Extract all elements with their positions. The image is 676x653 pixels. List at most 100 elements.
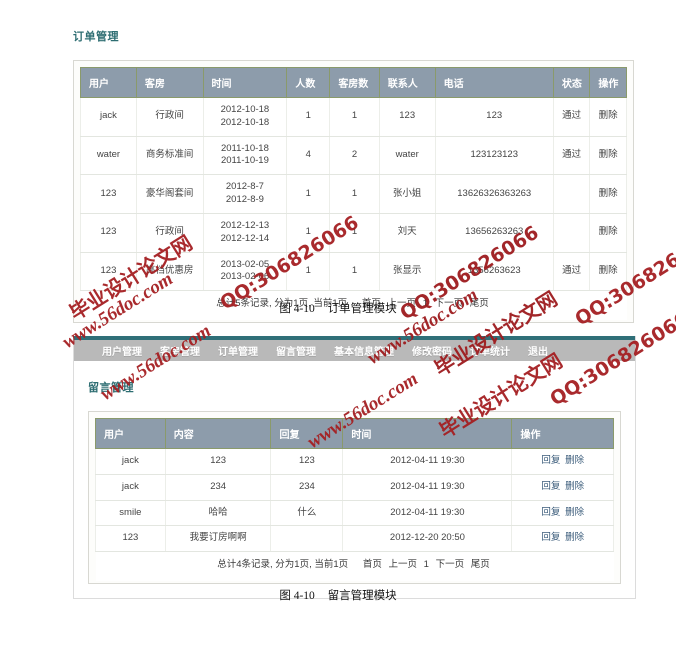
cell-room-count: 2 — [329, 136, 380, 176]
cell-delete-link[interactable]: 删除 — [589, 97, 627, 137]
cell-room: 高档优惠房 — [135, 252, 204, 292]
cell-delete-link[interactable]: 删除 — [589, 136, 627, 176]
figure-two-caption-text: 留言管理模块 — [327, 590, 397, 602]
figure-two-screenshot: 用户管理 客房管理 订单管理 留言管理 基本信息管理 修改密码 订单统计 退出 … — [73, 336, 636, 600]
figure-two-caption-number: 图 4-10 — [279, 590, 315, 602]
cell-phone: 123 — [434, 97, 554, 137]
nav-item-basic-info-management[interactable]: 基本信息管理 — [334, 343, 394, 358]
cell-contact: water — [378, 136, 436, 176]
cell-time: 2013-02-05 2013-02-06 — [202, 252, 288, 292]
nav-item-user-management[interactable]: 用户管理 — [102, 343, 142, 358]
cell-content: 234 — [164, 474, 272, 501]
cell-phone: 13626326363263 — [434, 174, 554, 214]
pager-prev[interactable]: 上一页 — [388, 559, 417, 570]
cell-reply — [270, 525, 344, 553]
pager-summary: 总计4条记录, 分为1页, 当前1页 — [217, 559, 349, 571]
nav-item-change-password[interactable]: 修改密码 — [412, 343, 452, 358]
cell-delete-link[interactable]: 删除 — [589, 252, 627, 292]
cell-reply: 234 — [270, 474, 344, 501]
cell-room-count: 1 — [329, 174, 380, 214]
cell-operations: 回复 删除 — [511, 500, 614, 527]
col-room: 客房 — [135, 67, 204, 98]
cell-delete-link[interactable]: 删除 — [589, 213, 627, 253]
cell-people: 1 — [286, 97, 331, 137]
reply-link[interactable]: 回复 — [541, 507, 560, 518]
col-content: 内容 — [164, 418, 272, 449]
col-status: 状态 — [552, 67, 591, 98]
cell-user: jack — [95, 448, 166, 475]
table-row: 123 我要订房啊啊 2012-12-20 20:50 回复 删除 — [95, 525, 614, 553]
message-table-header-row: 用户 内容 回复 时间 操作 — [95, 418, 614, 449]
cell-time: 2012-12-20 20:50 — [342, 525, 513, 553]
nav-item-order-management[interactable]: 订单管理 — [218, 343, 258, 358]
col-operation: 操作 — [589, 67, 627, 98]
delete-link[interactable]: 删除 — [565, 481, 584, 492]
col-phone: 电话 — [434, 67, 554, 98]
cell-delete-link[interactable]: 删除 — [589, 174, 627, 214]
reply-link[interactable]: 回复 — [541, 481, 560, 492]
cell-user: 123 — [80, 252, 137, 292]
cell-time: 2012-04-11 19:30 — [342, 474, 513, 501]
table-row: jack 123 123 2012-04-11 19:30 回复 删除 — [95, 448, 614, 475]
col-time: 时间 — [202, 67, 288, 98]
main-navigation: 用户管理 客房管理 订单管理 留言管理 基本信息管理 修改密码 订单统计 退出 — [74, 340, 635, 361]
cell-room: 行政间 — [135, 213, 204, 253]
cell-time: 2012-10-18 2012-10-18 — [202, 97, 288, 137]
col-user: 用户 — [95, 418, 166, 449]
cell-people: 1 — [286, 252, 331, 292]
cell-content: 哈哈 — [164, 500, 272, 527]
order-table-header-row: 用户 客房 时间 人数 客房数 联系人 电话 状态 操作 — [80, 67, 627, 98]
cell-user: 123 — [80, 213, 137, 253]
delete-link[interactable]: 删除 — [565, 455, 584, 466]
table-row: 123 行政间 2012-12-13 2012-12-14 1 1 刘天 136… — [80, 213, 627, 253]
cell-room: 行政间 — [135, 97, 204, 137]
table-row: jack 行政间 2012-10-18 2012-10-18 1 1 123 1… — [80, 97, 627, 137]
cell-room: 豪华阁套间 — [135, 174, 204, 214]
col-operation: 操作 — [511, 418, 614, 449]
cell-status: 通过 — [552, 252, 591, 292]
message-page-body: 留言管理 用户 内容 回复 时间 操作 jack 123 123 2012-04… — [74, 361, 635, 598]
cell-content: 123 — [164, 448, 272, 475]
reply-link[interactable]: 回复 — [541, 455, 560, 466]
figure-one-caption-text: 订单管理模块 — [327, 303, 397, 315]
cell-time: 2012-12-13 2012-12-14 — [202, 213, 288, 253]
cell-status — [552, 174, 591, 214]
cell-operations: 回复 删除 — [511, 525, 614, 553]
cell-phone: 1356263623 — [434, 252, 554, 292]
nav-item-message-management[interactable]: 留言管理 — [276, 343, 316, 358]
col-user: 用户 — [80, 67, 137, 98]
table-row: jack 234 234 2012-04-11 19:30 回复 删除 — [95, 474, 614, 501]
figure-one-caption: 图 4-10 订单管理模块 — [0, 300, 676, 316]
nav-item-room-management[interactable]: 客房管理 — [160, 343, 200, 358]
pager-current-page[interactable]: 1 — [424, 559, 429, 570]
cell-user: jack — [95, 474, 166, 501]
pager-next[interactable]: 下一页 — [436, 559, 465, 570]
cell-status — [552, 213, 591, 253]
cell-people: 4 — [286, 136, 331, 176]
figure-two-caption: 图 4-10 留言管理模块 — [0, 587, 676, 603]
cell-room: 商务标准间 — [135, 136, 204, 176]
pager-last[interactable]: 尾页 — [471, 559, 490, 570]
cell-user: 123 — [95, 525, 166, 553]
cell-operations: 回复 删除 — [511, 474, 614, 501]
nav-item-order-statistics[interactable]: 订单统计 — [470, 343, 510, 358]
cell-user: water — [80, 136, 137, 176]
cell-time: 2012-8-7 2012-8-9 — [202, 174, 288, 214]
cell-time: 2011-10-18 2011-10-19 — [202, 136, 288, 176]
cell-status: 通过 — [552, 136, 591, 176]
message-pager-row: 总计4条记录, 分为1页, 当前1页 首页 上一页 1 下一页 尾页 — [95, 551, 614, 582]
message-table: 用户 内容 回复 时间 操作 jack 123 123 2012-04-11 1 — [95, 418, 614, 582]
cell-time: 2012-04-11 19:30 — [342, 448, 513, 475]
cell-user: jack — [80, 97, 137, 137]
reply-link[interactable]: 回复 — [541, 532, 560, 543]
pager-first[interactable]: 首页 — [363, 559, 382, 570]
cell-contact: 张显示 — [378, 252, 436, 292]
cell-time: 2012-04-11 19:30 — [342, 500, 513, 527]
delete-link[interactable]: 删除 — [565, 507, 584, 518]
table-row: 123 高档优惠房 2013-02-05 2013-02-06 1 1 张显示 … — [80, 252, 627, 292]
nav-item-logout[interactable]: 退出 — [528, 343, 548, 358]
col-room-count: 客房数 — [329, 67, 380, 98]
delete-link[interactable]: 删除 — [565, 532, 584, 543]
message-section-title: 留言管理 — [88, 382, 134, 394]
table-row: water 商务标准间 2011-10-18 2011-10-19 4 2 wa… — [80, 136, 627, 176]
